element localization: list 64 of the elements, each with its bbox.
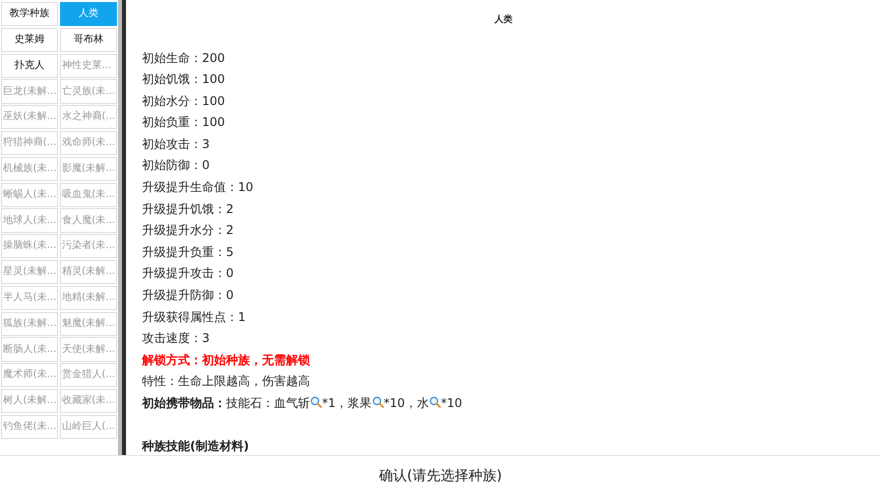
- race-button[interactable]: 水之神裔(...: [60, 105, 117, 130]
- stat-line: 升级提升负重：5: [142, 244, 235, 261]
- stat-line: 升级提升水分：2: [142, 222, 235, 240]
- race-title: 人类: [494, 14, 514, 27]
- race-button[interactable]: 地球人(未...: [1, 208, 58, 233]
- stat-line: 初始生命：200: [142, 50, 226, 66]
- race-button[interactable]: 操脑蛛(未...: [1, 234, 58, 258]
- magnifier-icon[interactable]: [310, 396, 322, 408]
- race-button[interactable]: 亡灵族(未...: [60, 79, 117, 104]
- magnifier-icon[interactable]: [428, 396, 441, 408]
- stat-line: 初始负重：100: [142, 114, 226, 132]
- race-button[interactable]: 教学种族: [1, 2, 58, 26]
- stat-line: 升级获得属性点：1: [142, 308, 247, 326]
- items-label: 初始携带物品：: [142, 396, 226, 410]
- race-button[interactable]: 精灵(未解...: [60, 260, 117, 284]
- race-button[interactable]: 巨龙(未解...: [1, 79, 58, 104]
- race-button[interactable]: 半人马(未...: [1, 286, 58, 310]
- race-button[interactable]: 狐族(未解...: [1, 312, 58, 336]
- race-button[interactable]: 哥布林: [60, 28, 117, 52]
- race-button[interactable]: 星灵(未解...: [1, 260, 58, 284]
- race-button[interactable]: 钓鱼佬(未...: [1, 414, 58, 440]
- race-button[interactable]: 食人魔(未...: [60, 208, 117, 233]
- race-button[interactable]: 断肠人(未...: [1, 337, 58, 362]
- race-button[interactable]: 巫妖(未解...: [1, 105, 58, 130]
- race-button[interactable]: 山岭巨人(...: [60, 414, 117, 440]
- stat-line: 升级提升生命值：10: [142, 179, 254, 196]
- unlock-line: 解锁方式：初始种族，无需解锁: [142, 352, 311, 369]
- race-button[interactable]: 机械族(未...: [1, 156, 58, 182]
- item-count: *1，: [322, 396, 348, 410]
- item-name: 水: [416, 396, 429, 410]
- race-button[interactable]: 魔术师(未...: [1, 363, 58, 388]
- item-count: *10，: [384, 396, 417, 410]
- stat-line: 初始饥饿：100: [142, 71, 226, 88]
- race-button[interactable]: 污染者(未...: [60, 234, 117, 258]
- race-button[interactable]: 树人(未解...: [1, 388, 58, 414]
- scrollbar[interactable]: [118, 0, 122, 455]
- race-button[interactable]: 人类: [60, 2, 117, 26]
- race-button[interactable]: 蜥蜴人(未...: [1, 182, 58, 207]
- item-count: *10: [440, 396, 462, 410]
- race-button[interactable]: 收藏家(未...: [60, 388, 117, 414]
- race-button[interactable]: 扑克人: [1, 54, 58, 78]
- race-button[interactable]: 吸血鬼(未...: [60, 182, 117, 207]
- stat-line: 升级提升饥饿：2: [142, 200, 235, 218]
- section-heading: 种族技能(制造材料): [142, 438, 250, 455]
- stat-line: 初始防御：0: [142, 157, 211, 174]
- race-button[interactable]: 戏命师(未...: [60, 130, 117, 156]
- magnifier-icon[interactable]: [372, 396, 384, 408]
- race-button[interactable]: 狩猎神裔(...: [1, 130, 58, 156]
- race-button[interactable]: 天使(未解...: [60, 337, 117, 362]
- race-button[interactable]: 赏金猎人(...: [60, 363, 117, 388]
- stat-line: 升级提升防御：0: [142, 287, 235, 304]
- stat-line: 升级提升攻击：0: [142, 265, 235, 282]
- confirm-button[interactable]: 确认(请先选择种族): [373, 465, 508, 488]
- race-button[interactable]: 神性史莱...: [60, 54, 117, 78]
- stat-line: 初始攻击：3: [142, 136, 211, 153]
- item-name: 技能石：血气斩: [226, 396, 310, 410]
- race-button[interactable]: 影魔(未解...: [60, 156, 117, 182]
- stat-line: 特性：生命上限越高，伤害越高: [142, 373, 311, 390]
- race-button[interactable]: 史莱姆: [1, 28, 58, 52]
- stat-line: 初始水分：100: [142, 92, 226, 110]
- race-button[interactable]: 魅魔(未解...: [60, 312, 117, 336]
- item-name: 浆果: [348, 396, 372, 410]
- stat-line: 攻击速度：3: [142, 330, 211, 348]
- race-button[interactable]: 地精(未解...: [60, 286, 117, 310]
